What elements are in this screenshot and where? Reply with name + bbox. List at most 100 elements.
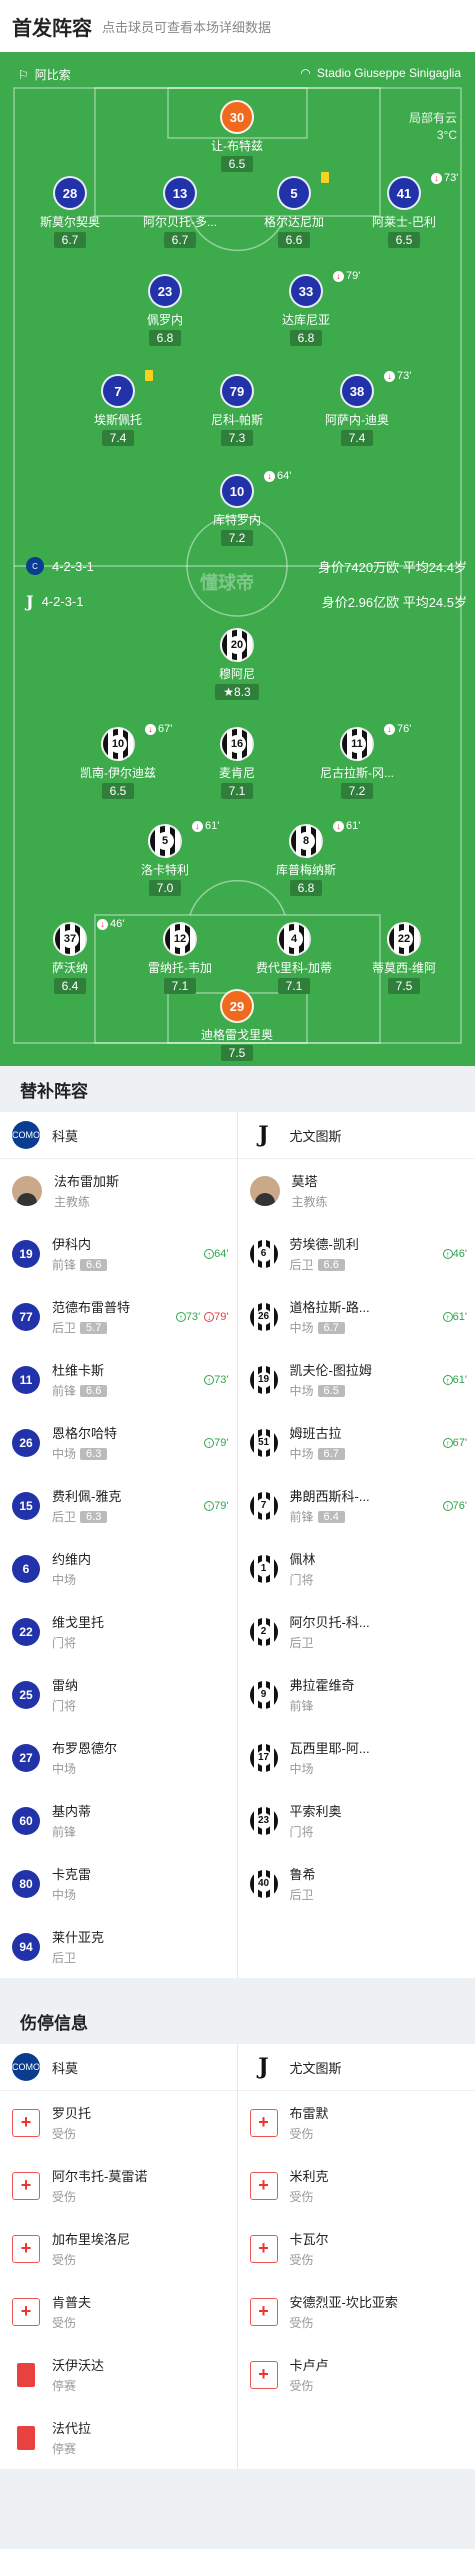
injuries-section: 伤停信息 COMO 科莫 + 罗贝托 受伤 + 阿尔韦托-莫雷诺 受伤 + 加布里埃洛尼 受伤 + 肯… (0, 1998, 475, 2469)
player-avatar[interactable]: 4 (277, 922, 311, 956)
sub-row[interactable]: 40 鲁希 后卫 (238, 1852, 475, 1915)
injury-row[interactable]: 沃伊沃达 停赛 (0, 2343, 237, 2406)
player-position: 前锋 6.4 (290, 1508, 370, 1525)
player-home[interactable]: 13 阿尔贝托-多... 6.7 (125, 176, 235, 249)
player-rating: 6.6 (277, 232, 311, 248)
player-info: 卡瓦尔 受伤 (290, 2229, 329, 2268)
injury-row[interactable]: + 布雷默 受伤 (238, 2091, 475, 2154)
player-avatar[interactable]: 79 (220, 374, 254, 408)
player-avatar[interactable]: 13 (163, 176, 197, 210)
sub-row[interactable]: 77 范德布雷普特 后卫 5.7 ↑ 73' ↓ 79' (0, 1285, 237, 1348)
player-home[interactable]: 30 让-布特兹 6.5 (182, 100, 292, 173)
away-coach-row[interactable]: 莫塔 主教练 (238, 1159, 475, 1222)
player-avatar[interactable]: 38 (340, 374, 374, 408)
sub-row[interactable]: 9 弗拉霍维奇 前锋 (238, 1663, 475, 1726)
home-coach-row[interactable]: 法布雷加斯 主教练 (0, 1159, 237, 1222)
player-avatar[interactable]: 28 (53, 176, 87, 210)
player-home[interactable]: 10 ↓ 64' 库特罗内 7.2 (182, 470, 292, 547)
player-home[interactable]: 38 ↓ 73' 阿萨内-迪奥 7.4 (302, 370, 412, 447)
player-info: 米利克 受伤 (290, 2166, 329, 2205)
injury-row[interactable]: + 阿尔韦托-莫雷诺 受伤 (0, 2154, 237, 2217)
player-avatar[interactable]: 10 (101, 727, 135, 761)
player-avatar[interactable]: 29 (220, 989, 254, 1023)
player-home[interactable]: 7 埃斯佩托 7.4 (63, 370, 173, 447)
sub-row[interactable]: 19 凯夫伦-图拉姆 中场 6.5 ↑ 61' (238, 1348, 475, 1411)
injury-row[interactable]: + 安德烈亚-坎比亚索 受伤 (238, 2280, 475, 2343)
injury-row[interactable]: + 加布里埃洛尼 受伤 (0, 2217, 237, 2280)
player-rating: 6.8 (148, 330, 182, 346)
sub-row[interactable]: 51 姆班古拉 中场 6.7 ↑ 67' (238, 1411, 475, 1474)
player-avatar[interactable]: 41 (387, 176, 421, 210)
player-home[interactable]: 79 尼科-帕斯 7.3 (182, 374, 292, 447)
player-name: 姆班古拉 (289, 1426, 342, 1441)
sub-row[interactable]: 1 佩林 门将 (238, 1537, 475, 1600)
player-home[interactable]: 5 格尔达尼加 6.6 (239, 172, 349, 249)
player-away[interactable]: 20 穆阿尼 ★8.3 (182, 628, 292, 701)
player-away[interactable]: 29 迪格雷戈里奥 7.5 (182, 989, 292, 1062)
home-formation: C 4-2-3-1 (26, 557, 94, 575)
sub-row[interactable]: 6 约维内 中场 (0, 1537, 237, 1600)
injury-row[interactable]: + 罗贝托 受伤 (0, 2091, 237, 2154)
player-home[interactable]: 28 斯莫尔契奥 6.7 (15, 176, 125, 249)
sub-row[interactable]: 22 维戈里托 门将 (0, 1600, 237, 1663)
player-avatar[interactable]: 12 (163, 922, 197, 956)
sub-row[interactable]: 60 基内蒂 前锋 (0, 1789, 237, 1852)
sub-row[interactable]: 2 阿尔贝托-科... 后卫 (238, 1600, 475, 1663)
sub-in: ↑ 67' (442, 1437, 467, 1449)
player-avatar[interactable]: 5 (148, 824, 182, 858)
player-away[interactable]: 22 蒂莫西-维阿 7.5 (349, 922, 459, 995)
player-rating: 6.3 (80, 1510, 108, 1523)
injury-row[interactable]: 法代拉 停赛 (0, 2406, 237, 2469)
player-away[interactable]: 5 ↓ 61' 洛卡特利 7.0 (110, 820, 220, 897)
sub-row[interactable]: 94 莱什亚克 后卫 (0, 1915, 237, 1978)
player-away[interactable]: 11 ↓ 76' 尼古拉斯-冈... 7.2 (302, 723, 412, 800)
player-avatar[interactable]: 37 (53, 922, 87, 956)
player-avatar[interactable]: 23 (148, 274, 182, 308)
position-label: 前锋 (289, 1510, 314, 1524)
jersey-badge: 60 (12, 1806, 40, 1835)
player-away[interactable]: 16 麦肯尼 7.1 (182, 727, 292, 800)
player-avatar[interactable]: 5 (277, 176, 311, 210)
player-home[interactable]: 23 佩罗内 6.8 (110, 274, 220, 347)
sub-row[interactable]: 19 伊科内 前锋 6.6 ↑ 64' (0, 1222, 237, 1285)
red-card-icon (17, 2362, 35, 2387)
sub-row[interactable]: 27 布罗恩德尔 中场 (0, 1726, 237, 1789)
jersey-number: 16 (228, 735, 246, 753)
player-avatar[interactable]: 20 (220, 628, 254, 662)
player-info: 杜维卡斯 前锋 6.6 (52, 1360, 108, 1399)
player-avatar[interactable]: 7 (101, 374, 135, 408)
player-avatar[interactable]: 16 (220, 727, 254, 761)
player-away[interactable]: 37 ↓ 46' 萨沃纳 6.4 (15, 918, 125, 995)
player-name: 格尔达尼加 (263, 215, 324, 229)
player-home[interactable]: 33 ↓ 79' 达库尼亚 6.8 (251, 270, 361, 347)
injury-status: 受伤 (52, 2127, 77, 2141)
injury-row[interactable]: + 卡卢卢 受伤 (238, 2343, 475, 2406)
player-name: 阿萨内-迪奥 (325, 413, 389, 427)
sub-row[interactable]: 23 平索利奥 门将 (238, 1789, 475, 1852)
player-away[interactable]: 10 ↓ 67' 凯南-伊尔迪兹 6.5 (63, 723, 173, 800)
sub-row[interactable]: 26 恩格尔哈特 中场 6.3 ↑ 79' (0, 1411, 237, 1474)
sub-row[interactable]: 15 费利佩-雅克 后卫 6.3 ↑ 79' (0, 1474, 237, 1537)
player-avatar[interactable]: 10 (220, 474, 254, 508)
player-avatar[interactable]: 11 (340, 727, 374, 761)
player-avatar[interactable]: 22 (387, 922, 421, 956)
player-away[interactable]: 8 ↓ 61' 库普梅纳斯 6.8 (251, 820, 361, 897)
injury-row[interactable]: + 卡瓦尔 受伤 (238, 2217, 475, 2280)
player-away[interactable]: 12 雷纳托-韦加 7.1 (125, 922, 235, 995)
player-away[interactable]: 4 费代里科-加蒂 7.1 (239, 922, 349, 995)
sub-row[interactable]: 6 劳埃德-凯利 后卫 6.6 ↑ 46' (238, 1222, 475, 1285)
player-avatar[interactable]: 33 (289, 274, 323, 308)
sub-row[interactable]: 7 弗朗西斯科-... 前锋 6.4 ↑ 76' (238, 1474, 475, 1537)
sub-row[interactable]: 80 卡克雷 中场 (0, 1852, 237, 1915)
sub-row[interactable]: 26 道格拉斯-路... 中场 6.7 ↑ 61' (238, 1285, 475, 1348)
injury-row[interactable]: + 肯普夫 受伤 (0, 2280, 237, 2343)
sub-row[interactable]: 17 瓦西里耶-阿... 中场 (238, 1726, 475, 1789)
sub-in-icon: ↑ (442, 1248, 453, 1259)
jersey-number: 11 (348, 735, 366, 753)
sub-row[interactable]: 25 雷纳 门将 (0, 1663, 237, 1726)
player-avatar[interactable]: 8 (289, 824, 323, 858)
sub-row[interactable]: 11 杜维卡斯 前锋 6.6 ↑ 73' (0, 1348, 237, 1411)
player-avatar[interactable]: 30 (220, 100, 254, 134)
injury-row[interactable]: + 米利克 受伤 (238, 2154, 475, 2217)
player-home[interactable]: 41 ↓ 73' 阿莱士-巴利 6.5 (349, 172, 459, 249)
